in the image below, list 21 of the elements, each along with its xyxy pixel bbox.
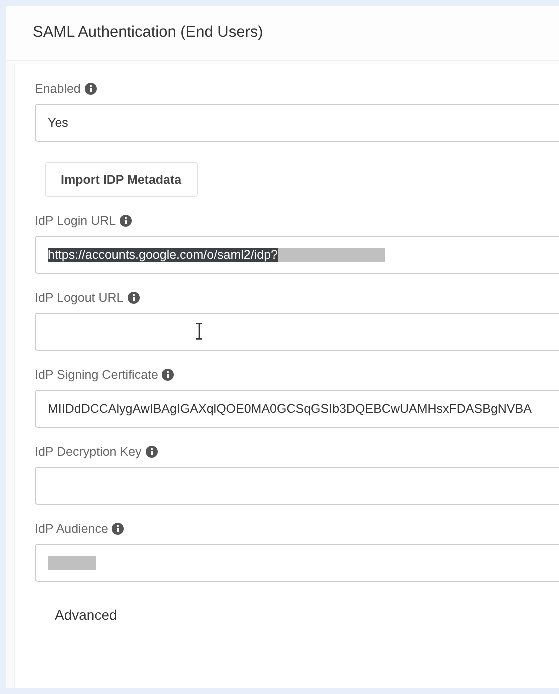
input-field[interactable]: Yes (35, 104, 559, 142)
info-icon (146, 446, 158, 458)
section-title: SAML Authentication (End Users) (33, 24, 264, 42)
info-icon (112, 523, 124, 535)
info-icon (162, 369, 174, 381)
field-label: IdP Audience (35, 522, 108, 536)
info-icon (84, 83, 97, 95)
field-label: IdP Logout URL (35, 291, 124, 305)
field-label: IdP Signing Certificate (35, 368, 158, 382)
input-field[interactable] (35, 313, 559, 351)
input-field[interactable] (35, 544, 559, 582)
input-field[interactable]: https://accounts.google.com/o/saml2/idp? (35, 236, 559, 274)
field-label: IdP Decryption Key (35, 445, 142, 459)
info-icon (120, 215, 132, 227)
input-field[interactable]: MIIDdDCCAlygAwIBAgIGAXqlQOE0MA0GCSqGSIb3DQEBCwUAMHsxFDASBgNVBA (35, 390, 559, 428)
field-label: Enabled (35, 82, 81, 96)
input-field[interactable] (35, 467, 559, 505)
info-icon (128, 292, 140, 304)
field-label: IdP Login URL (35, 214, 116, 228)
advanced-link[interactable]: Advanced (55, 607, 118, 623)
import-button[interactable]: Import IDP Metadata (45, 162, 198, 197)
